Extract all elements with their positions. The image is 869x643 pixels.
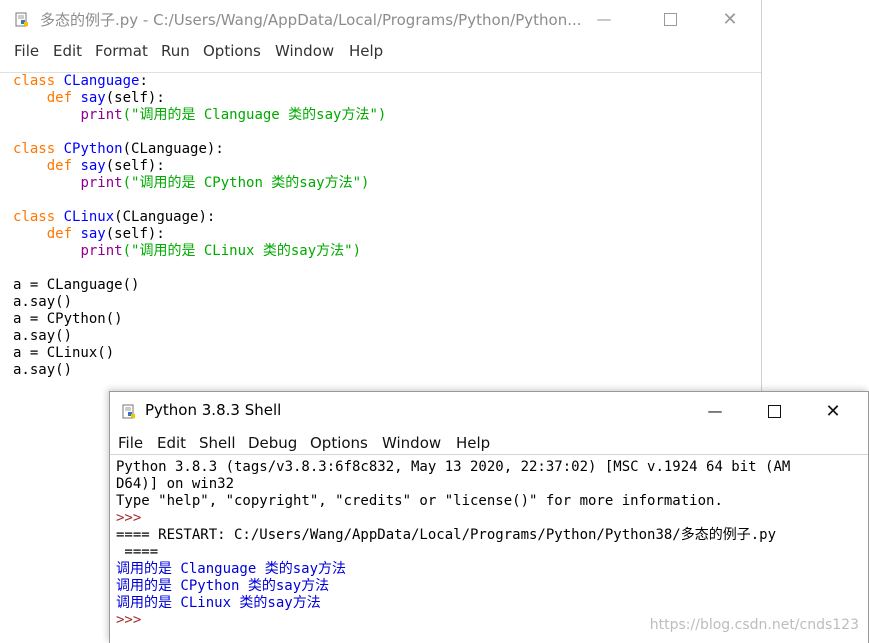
shell-window: Python 3.8.3 Shell — ✕ File Edit Shell D…	[109, 391, 869, 643]
close-icon: ✕	[722, 8, 738, 30]
code-line: a.say()	[13, 294, 73, 310]
maximize-button[interactable]	[751, 392, 797, 430]
shell-banner-line: D64)] on win32	[116, 476, 235, 492]
maximize-button[interactable]	[647, 0, 693, 38]
python-file-icon	[15, 12, 28, 27]
code-line: print("调用的是 CPython 类的say方法")	[80, 175, 370, 191]
menu-file[interactable]: File	[14, 42, 39, 60]
menu-shell[interactable]: Shell	[199, 434, 236, 452]
output-line: 调用的是 CPython 类的say方法	[116, 578, 330, 594]
editor-window-title: 多态的例子.py - C:/Users/Wang/AppData/Local/P…	[40, 11, 582, 29]
code-line: class CLanguage:	[13, 73, 148, 89]
minimize-button[interactable]: —	[581, 0, 627, 38]
code-line: a = CLinux()	[13, 345, 115, 361]
watermark: https://blog.csdn.net/cnds123	[649, 617, 859, 633]
code-line: def say(self):	[46, 226, 165, 242]
shell-window-title: Python 3.8.3 Shell	[145, 401, 282, 419]
code-line: def say(self):	[46, 90, 165, 106]
menu-format[interactable]: Format	[95, 42, 148, 60]
menu-help[interactable]: Help	[456, 434, 490, 452]
restart-line: ====	[116, 544, 159, 560]
output-line: 调用的是 CLinux 类的say方法	[116, 595, 321, 611]
menu-options[interactable]: Options	[310, 434, 368, 452]
menu-help[interactable]: Help	[349, 42, 383, 60]
menu-file[interactable]: File	[118, 434, 143, 452]
shell-titlebar[interactable]: Python 3.8.3 Shell — ✕	[110, 392, 868, 432]
code-line: a.say()	[13, 362, 73, 378]
code-line: print("调用的是 Clanguage 类的say方法")	[80, 107, 387, 123]
code-line: print("调用的是 CLinux 类的say方法")	[80, 243, 362, 259]
close-button[interactable]: ✕	[810, 392, 856, 430]
shell-banner-line: Python 3.8.3 (tags/v3.8.3:6f8c832, May 1…	[116, 459, 791, 475]
code-line: class CLinux(CLanguage):	[13, 209, 216, 225]
code-line: a.say()	[13, 328, 73, 344]
maximize-icon	[663, 12, 677, 26]
maximize-icon	[767, 404, 781, 418]
menu-options[interactable]: Options	[203, 42, 261, 60]
output-line: 调用的是 Clanguage 类的say方法	[116, 561, 347, 577]
menu-run[interactable]: Run	[161, 42, 190, 60]
code-line: class CPython(CLanguage):	[13, 141, 224, 157]
menu-window[interactable]: Window	[382, 434, 441, 452]
editor-menubar: File Edit Format Run Options Window Help	[0, 40, 761, 66]
menu-window[interactable]: Window	[275, 42, 334, 60]
minimize-icon: —	[596, 10, 612, 28]
python-shell-icon	[122, 404, 135, 419]
shell-info-line: Type "help", "copyright", "credits" or "…	[116, 493, 723, 509]
close-icon: ✕	[825, 400, 841, 422]
menu-debug[interactable]: Debug	[248, 434, 297, 452]
restart-line: ==== RESTART: C:/Users/Wang/AppData/Loca…	[116, 527, 777, 543]
code-line: def say(self):	[46, 158, 165, 174]
shell-prompt: >>>	[116, 612, 142, 628]
close-button[interactable]: ✕	[707, 0, 753, 38]
menu-edit[interactable]: Edit	[157, 434, 186, 452]
shell-prompt: >>>	[116, 510, 142, 526]
minimize-button[interactable]: —	[692, 392, 738, 430]
code-line: a = CPython()	[13, 311, 123, 327]
code-line: a = CLanguage()	[13, 277, 140, 293]
shell-output-area[interactable]: Python 3.8.3 (tags/v3.8.3:6f8c832, May 1…	[110, 454, 868, 643]
editor-titlebar[interactable]: 多态的例子.py - C:/Users/Wang/AppData/Local/P…	[0, 0, 761, 40]
menu-edit[interactable]: Edit	[53, 42, 82, 60]
minimize-icon: —	[707, 402, 723, 420]
